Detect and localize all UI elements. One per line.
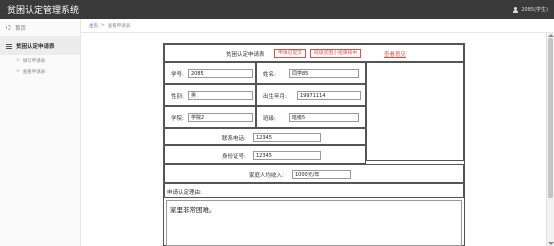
birth-field[interactable]: 19971114	[297, 91, 361, 100]
scrollbar[interactable]	[546, 33, 554, 246]
student-id-cell: 学号: 2085	[164, 62, 256, 84]
menu-icon	[6, 43, 12, 49]
id-card-field[interactable]: 12345	[253, 151, 321, 160]
breadcrumb-separator: >	[101, 23, 105, 28]
breadcrumb-current: 查看申请表	[107, 23, 131, 29]
scroll-down-icon[interactable]	[548, 242, 554, 245]
form-title: 贫困认定申请表	[226, 52, 265, 58]
app-title: 贫困认定管理系统	[7, 6, 80, 16]
sidebar-item-label: 填写申请表	[22, 58, 46, 64]
birth-cell: 出生年月: 19971114	[256, 84, 366, 106]
reason-label-cell: 申请认定理由:	[164, 183, 464, 198]
sidebar-home-label: 首页	[15, 25, 27, 32]
view-feedback-link[interactable]: 查看意见	[384, 50, 406, 58]
class-label: 班级:	[263, 116, 276, 122]
income-cell: 家庭人均收入: 1000元/年	[164, 164, 464, 183]
phone-cell: 联系电话: 12345	[164, 128, 366, 145]
user-menu[interactable]: 2085(学生)	[512, 6, 548, 13]
top-bar: 贫困认定管理系统 2085(学生)	[0, 0, 554, 19]
photo-area	[366, 62, 464, 161]
income-label: 家庭人均收入:	[249, 173, 284, 179]
scroll-up-icon[interactable]	[548, 34, 554, 37]
class-cell: 班级: 班级5	[256, 106, 366, 128]
income-field[interactable]: 1000元/年	[292, 170, 351, 179]
sidebar-item-view-form[interactable]: > 查看申请表	[0, 66, 80, 77]
reason-textarea[interactable]: 家里非常困难。	[166, 200, 462, 246]
status-badge-submitted: 申请已提交	[274, 49, 306, 58]
sidebar-section-application[interactable]: 贫困认定申请表	[0, 37, 80, 55]
form-title-row: 贫困认定申请表 申请已提交 班级贫困小组审核中 查看意见	[164, 44, 464, 62]
name-cell: 姓名: 同学85	[256, 62, 366, 84]
chevron-right-icon: >	[16, 69, 20, 74]
gender-label: 性别:	[171, 94, 184, 100]
sidebar: 首页 贫困认定申请表 > 填写申请表 > 查看申请表	[0, 19, 81, 246]
chevron-right-icon: >	[16, 58, 20, 63]
birth-label: 出生年月:	[263, 94, 287, 100]
class-field[interactable]: 班级5	[289, 113, 359, 122]
sidebar-item-fill-form[interactable]: > 填写申请表	[0, 55, 80, 66]
application-form: 贫困认定申请表 申请已提交 班级贫困小组审核中 查看意见 学号: 2085 姓名…	[163, 43, 465, 246]
phone-field[interactable]: 12345	[253, 133, 321, 142]
id-card-label: 身份证号:	[222, 154, 246, 160]
scroll-thumb[interactable]	[548, 38, 553, 198]
college-cell: 学院: 学院2	[164, 106, 256, 128]
name-label: 姓名:	[263, 72, 276, 78]
breadcrumb: 主页 > 查看申请表	[81, 19, 554, 33]
sidebar-item-label: 查看申请表	[22, 69, 46, 75]
status-badge-review: 班级贫困小组审核中	[310, 49, 362, 58]
sidebar-section-label: 贫困认定申请表	[16, 44, 55, 50]
sidebar-item-home[interactable]: 首页	[0, 19, 80, 37]
college-label: 学院:	[171, 116, 184, 122]
phone-label: 联系电话:	[222, 136, 246, 142]
student-id-label: 学号:	[171, 72, 184, 78]
user-label: 2085(学生)	[521, 7, 548, 13]
gender-cell: 性别: 男	[164, 84, 256, 106]
gear-icon	[6, 25, 11, 30]
college-field[interactable]: 学院2	[188, 113, 253, 122]
student-id-field[interactable]: 2085	[188, 69, 253, 78]
breadcrumb-home-link[interactable]: 主页	[89, 23, 98, 29]
name-field[interactable]: 同学85	[289, 69, 359, 78]
reason-label: 申请认定理由:	[167, 190, 202, 196]
user-icon	[512, 6, 518, 13]
id-card-cell: 身份证号: 12345	[164, 145, 366, 164]
gender-field[interactable]: 男	[188, 91, 253, 100]
